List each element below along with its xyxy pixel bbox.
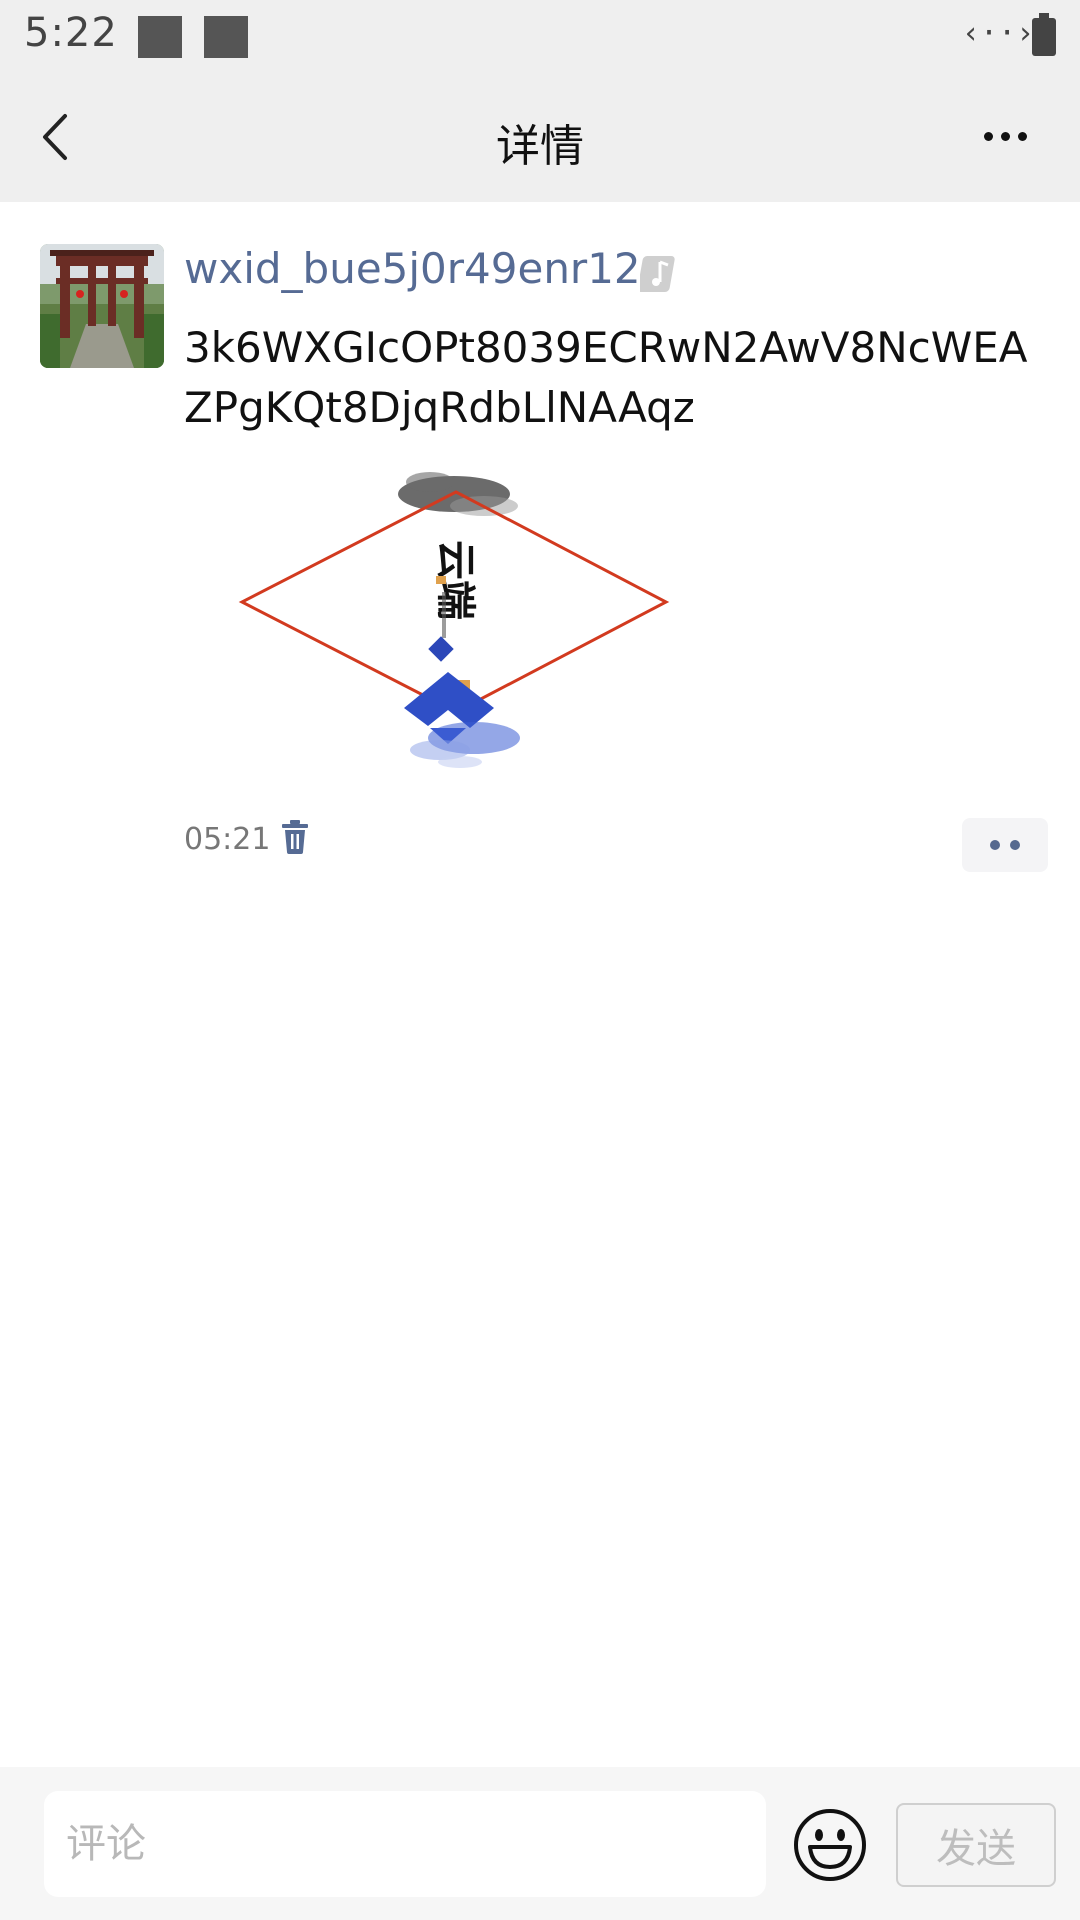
- more-dot: [1000, 131, 1010, 141]
- notification-icon: [138, 16, 182, 58]
- comment-bar: 发送: [0, 1767, 1080, 1920]
- emoji-button[interactable]: [792, 1807, 868, 1887]
- more-button[interactable]: [960, 106, 1050, 166]
- avatar-image: [40, 244, 164, 368]
- send-button[interactable]: 发送: [896, 1803, 1056, 1887]
- notification-icon: [204, 16, 248, 58]
- status-bar: 5:22 ‹··›: [0, 0, 1080, 76]
- battery-icon: [1032, 13, 1056, 56]
- music-note-icon: [640, 256, 675, 292]
- post-image-graphic: 云端: [238, 472, 670, 768]
- more-dot: [1017, 131, 1027, 141]
- status-time: 5:22: [24, 10, 118, 56]
- app-bar: 详情: [0, 76, 1080, 202]
- comment-input[interactable]: [44, 1791, 766, 1897]
- post-username[interactable]: wxid_bue5j0r49enr12: [184, 244, 641, 293]
- more-horizontal-icon: [983, 131, 993, 141]
- post-image[interactable]: 云端: [234, 460, 674, 774]
- data-transfer-icon: ‹··›: [962, 16, 1035, 51]
- delete-button[interactable]: [280, 820, 310, 858]
- comment-button[interactable]: [962, 818, 1048, 872]
- post-time: 05:21: [184, 822, 271, 857]
- smiley-icon: [794, 1809, 866, 1881]
- comment-dot: [1010, 840, 1020, 850]
- post-detail: wxid_bue5j0r49enr12 3k6WXGIcOPt8039ECRwN…: [0, 202, 1080, 1767]
- trash-icon: [282, 820, 308, 854]
- post-text: 3k6WXGIcOPt8039ECRwN2AwV8NcWEAZPgKQt8Djq…: [184, 323, 1028, 432]
- avatar[interactable]: [40, 244, 164, 368]
- page-title: 详情: [496, 121, 584, 172]
- comment-dots-icon: [990, 840, 1000, 850]
